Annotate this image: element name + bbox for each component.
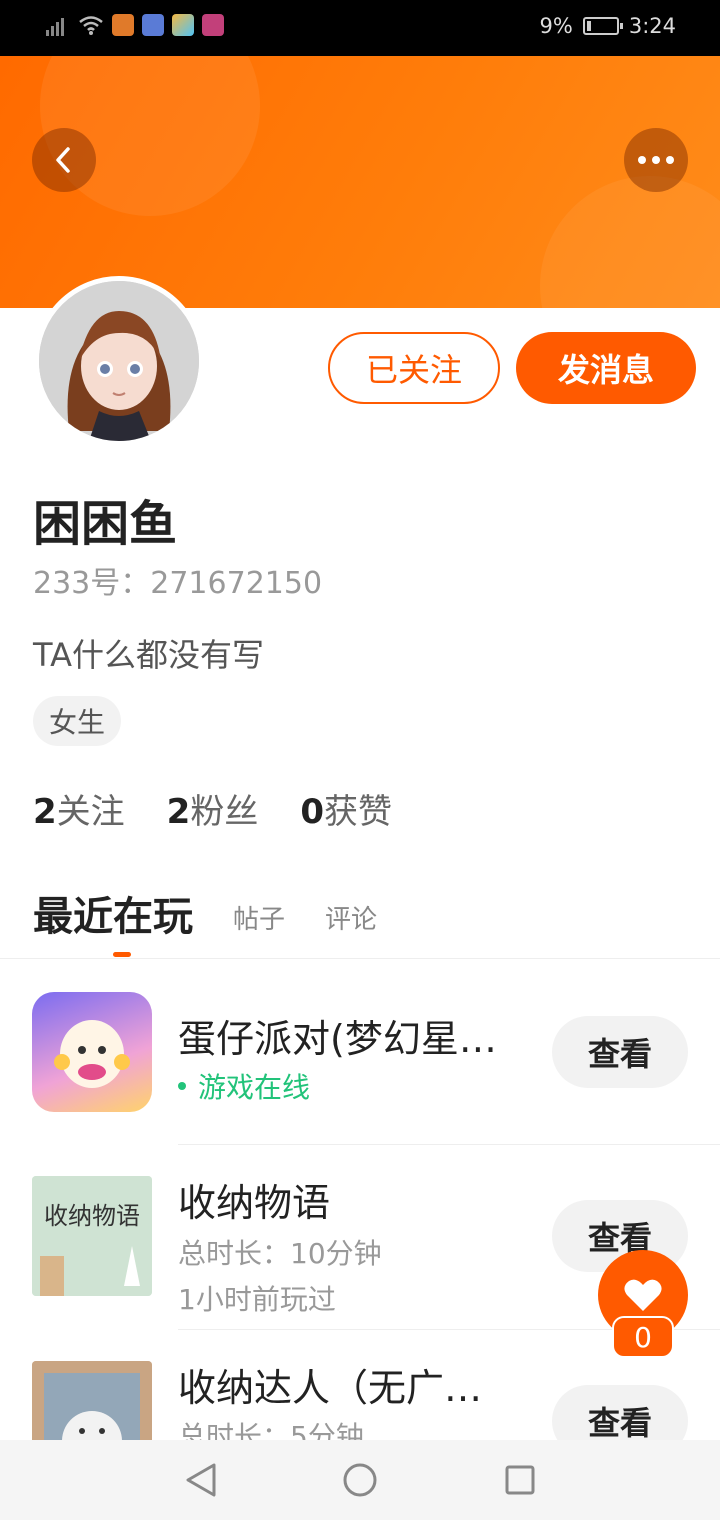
online-status: 游戏在线 [178,1066,310,1106]
tab-recent-played[interactable]: 最近在玩 [33,884,193,957]
game-app-icon [202,14,224,36]
more-button[interactable] [624,128,688,192]
user-name: 困困鱼 [33,496,178,552]
game-icon-storage-master [32,1361,152,1440]
heart-icon [624,1279,662,1311]
system-nav-bar [0,1440,720,1520]
clock: 3:24 [628,14,676,38]
tab-posts[interactable]: 帖子 [233,899,285,942]
game-title: 收纳物语 [178,1181,331,1225]
send-message-button[interactable]: 发消息 [516,332,696,404]
avatar[interactable] [34,276,204,446]
like-count: 0 [612,1316,674,1358]
back-button[interactable] [32,128,96,192]
video-app-icon [112,14,134,36]
chevron-left-icon [56,147,70,173]
nav-recents-icon[interactable] [504,1464,536,1496]
music-app-icon [142,14,164,36]
view-button[interactable]: 查看 [552,1385,688,1440]
profile-banner [0,56,720,308]
followers-stat[interactable]: 2粉丝 [167,784,259,833]
wifi-icon [79,16,103,35]
more-dots-icon [638,156,674,164]
game-title: 蛋仔派对(梦幻星… [178,1017,497,1061]
status-bar: 9% 3:24 [0,0,720,56]
stats-row: 2关注 2粉丝 0获赞 [33,784,392,833]
game-icon-storage-story: 收纳物语 [32,1176,152,1296]
store-app-icon [172,14,194,36]
likes-stat: 0获赞 [300,792,393,832]
svg-text:收纳物语: 收纳物语 [44,1202,140,1230]
avatar-image [39,281,199,441]
play-duration: 总时长：5分钟 [178,1420,364,1440]
game-row[interactable]: 蛋仔派对(梦幻星… 游戏在线 查看 [0,960,720,1144]
tabs-divider [0,958,720,959]
nav-back-icon[interactable] [184,1462,218,1498]
followed-button[interactable]: 已关注 [328,332,500,404]
nav-home-icon[interactable] [342,1462,378,1498]
status-icons [46,14,224,36]
tab-comments[interactable]: 评论 [325,899,377,942]
signal-icon [46,14,70,36]
last-played: 1小时前玩过 [178,1283,336,1316]
battery-percent: 9% [539,14,573,38]
following-stat[interactable]: 2关注 [33,784,125,833]
online-dot-icon [178,1082,186,1090]
game-title: 收纳达人（无广… [178,1366,483,1410]
user-bio: TA什么都没有写 [33,636,264,674]
profile-tabs: 最近在玩 帖子 评论 [33,884,377,957]
play-duration: 总时长：10分钟 [178,1237,382,1270]
gender-tag: 女生 [33,696,122,746]
battery-icon [582,17,623,35]
game-icon-eggy-party [32,992,152,1112]
view-button[interactable]: 查看 [552,1016,688,1088]
user-id: 233号：271672150 [33,566,323,601]
